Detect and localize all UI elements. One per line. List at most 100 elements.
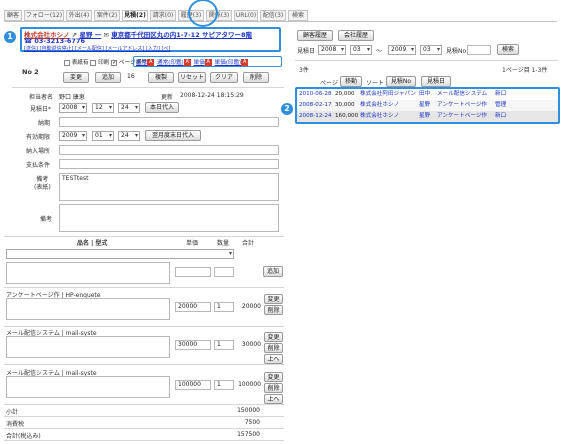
customer-history-button[interactable]: 顧客履歴 [297, 30, 333, 41]
tab-1[interactable]: フォロー(12) [24, 10, 64, 21]
deadline-label: 納期 [38, 120, 51, 127]
payment-input[interactable] [59, 159, 279, 169]
result-company[interactable]: 株式会社ホシノ [360, 111, 399, 122]
result-subject[interactable]: メール配信システム [437, 89, 487, 100]
search-button[interactable]: 検索 [497, 44, 519, 55]
seal-checkbox[interactable] [90, 59, 97, 66]
to-year-select[interactable]: 2009 [388, 45, 416, 55]
date-day-select[interactable]: 24 [118, 103, 140, 113]
result-person[interactable]: 田中 [419, 89, 430, 100]
company-history-button[interactable]: 会社履歴 [338, 30, 374, 41]
item-action-button[interactable]: 上へ [264, 354, 283, 364]
pagenum-checkbox[interactable]: ✓ [111, 59, 118, 66]
item-qty-input[interactable]: 1 [214, 380, 234, 390]
items-header-name: 品名 | 型式 [77, 240, 108, 247]
item-action-button[interactable]: 変更 [264, 294, 283, 304]
new-item-qty[interactable] [214, 267, 234, 277]
date-year-select[interactable]: 2008 [59, 103, 87, 113]
tab-2[interactable]: 外出(4) [66, 10, 92, 21]
item-price-input[interactable]: 30000 [175, 340, 211, 350]
sort-by-number-button[interactable]: 見積No [386, 76, 416, 87]
new-item-price[interactable] [175, 267, 211, 277]
edit-button[interactable]: 変更 [63, 72, 89, 83]
result-company[interactable]: 株式会社ホシノ [360, 100, 399, 111]
tab-3[interactable]: 案件(2) [94, 10, 120, 21]
copy-button[interactable]: 複製 [148, 72, 174, 83]
new-item-textarea[interactable] [6, 262, 170, 284]
item-action-button[interactable]: 上へ [264, 394, 283, 404]
pdf-unit-seal-link[interactable]: 単価(印鑑) [215, 60, 242, 66]
result-row[interactable]: 2010-06-28 20,000 株式会社阿田ジャパン 田中 メール配信システム 新口 [297, 89, 558, 100]
deadline-input[interactable] [59, 117, 279, 127]
item-action-button[interactable]: 削除 [264, 343, 283, 353]
tab-bar-underline [4, 21, 557, 22]
result-status[interactable]: 新口 [495, 111, 506, 122]
validity-year-select[interactable]: 2009 [59, 131, 87, 141]
to-month-select[interactable]: 03 [420, 45, 442, 55]
item-action-button[interactable]: 変更 [264, 332, 283, 342]
copy-count-input[interactable]: 16 [125, 73, 141, 83]
address-link[interactable]: 東京都千代田区丸の内1-7-12 サピアタワー8階 [111, 31, 252, 39]
validity-month-select[interactable]: 01 [92, 131, 114, 141]
tab-5[interactable]: 請求(0) [150, 10, 176, 21]
result-date[interactable]: 2008-12-24 [299, 111, 332, 122]
result-amount: 160,000 [335, 113, 359, 119]
pdf-unit-link[interactable]: 単価 [194, 60, 205, 66]
tab-10[interactable]: 検索 [288, 10, 308, 21]
item-action-button[interactable]: 削除 [264, 305, 283, 315]
from-month-select[interactable]: 03 [350, 45, 372, 55]
result-person[interactable]: 星野 [419, 100, 430, 111]
tax-label: 消費税 [6, 421, 25, 428]
remarks-cover-textarea[interactable] [59, 173, 279, 201]
add-item-button[interactable]: 追加 [263, 266, 283, 277]
item-action-button[interactable]: 変更 [264, 372, 283, 382]
result-company[interactable]: 株式会社阿田ジャパン [360, 89, 416, 100]
cover-checkbox[interactable] [64, 59, 70, 66]
item-textarea[interactable] [6, 336, 170, 358]
item-qty-input[interactable]: 1 [214, 302, 234, 312]
delivery-input[interactable] [59, 145, 279, 155]
pdf-normal-seal-link[interactable]: 通常(印鑑) [157, 60, 184, 66]
pdf-normal-link[interactable]: 通常 [136, 60, 147, 66]
result-date[interactable]: 2008-02-17 [299, 100, 332, 111]
tab-0[interactable]: 顧客 [4, 10, 22, 21]
item-qty-input[interactable]: 1 [214, 340, 234, 350]
totals-divider [4, 404, 284, 405]
clear-button[interactable]: クリア [210, 72, 238, 83]
from-year-select[interactable]: 2008 [318, 45, 346, 55]
item-textarea[interactable] [6, 376, 170, 398]
result-status[interactable]: 管理 [495, 100, 506, 111]
move-button[interactable]: 移動 [340, 76, 362, 87]
result-subject[interactable]: アンケートページ作 [437, 111, 487, 122]
reset-button[interactable]: リセット [178, 72, 206, 83]
customer-sublinks[interactable]: [送信] [自動返信停止] [メール配信] [メールアドレス] [入力] [ペ] [24, 45, 170, 52]
delete-button[interactable]: 削除 [243, 72, 269, 83]
result-subject[interactable]: アンケートページ作 [437, 100, 487, 111]
person-value: 野口 康恵 [59, 94, 85, 101]
tab-8[interactable]: URL(0) [234, 10, 258, 21]
result-row[interactable]: 2008-12-24 160,000 株式会社ホシノ 星野 アンケートページ作 新口 [297, 111, 558, 122]
result-date[interactable]: 2010-06-28 [299, 89, 332, 100]
date-month-select[interactable]: 12 [92, 103, 114, 113]
remarks-textarea[interactable] [59, 204, 279, 232]
item-price-input[interactable]: 20000 [175, 302, 211, 312]
result-status[interactable]: 新口 [495, 89, 506, 100]
tab-4[interactable]: 見積(2) [122, 10, 148, 21]
item-row-divider [4, 326, 284, 327]
result-person[interactable]: 星野 [419, 111, 430, 122]
add-button[interactable]: 追加 [95, 72, 121, 83]
tab-9[interactable]: 配信(3) [260, 10, 286, 21]
validity-day-select[interactable]: 24 [118, 131, 140, 141]
sort-by-date-button[interactable]: 見積日 [421, 76, 451, 87]
item-action-button[interactable]: 削除 [264, 383, 283, 393]
item-price-input[interactable]: 100000 [175, 380, 211, 390]
item-select[interactable] [6, 249, 234, 259]
result-row[interactable]: 2008-02-17 30,000 株式会社ホシノ 星野 アンケートページ作 管理 [297, 100, 558, 111]
items-header-price: 単価 [186, 240, 199, 247]
quote-number-input[interactable] [467, 45, 491, 55]
item-textarea[interactable] [6, 298, 170, 320]
date-label: 見積日* [30, 106, 52, 113]
next-month-end-button[interactable]: 翌月度末日代入 [145, 130, 201, 141]
today-button[interactable]: 本日代入 [145, 102, 179, 113]
mail-icon[interactable]: ✉ [104, 31, 109, 39]
